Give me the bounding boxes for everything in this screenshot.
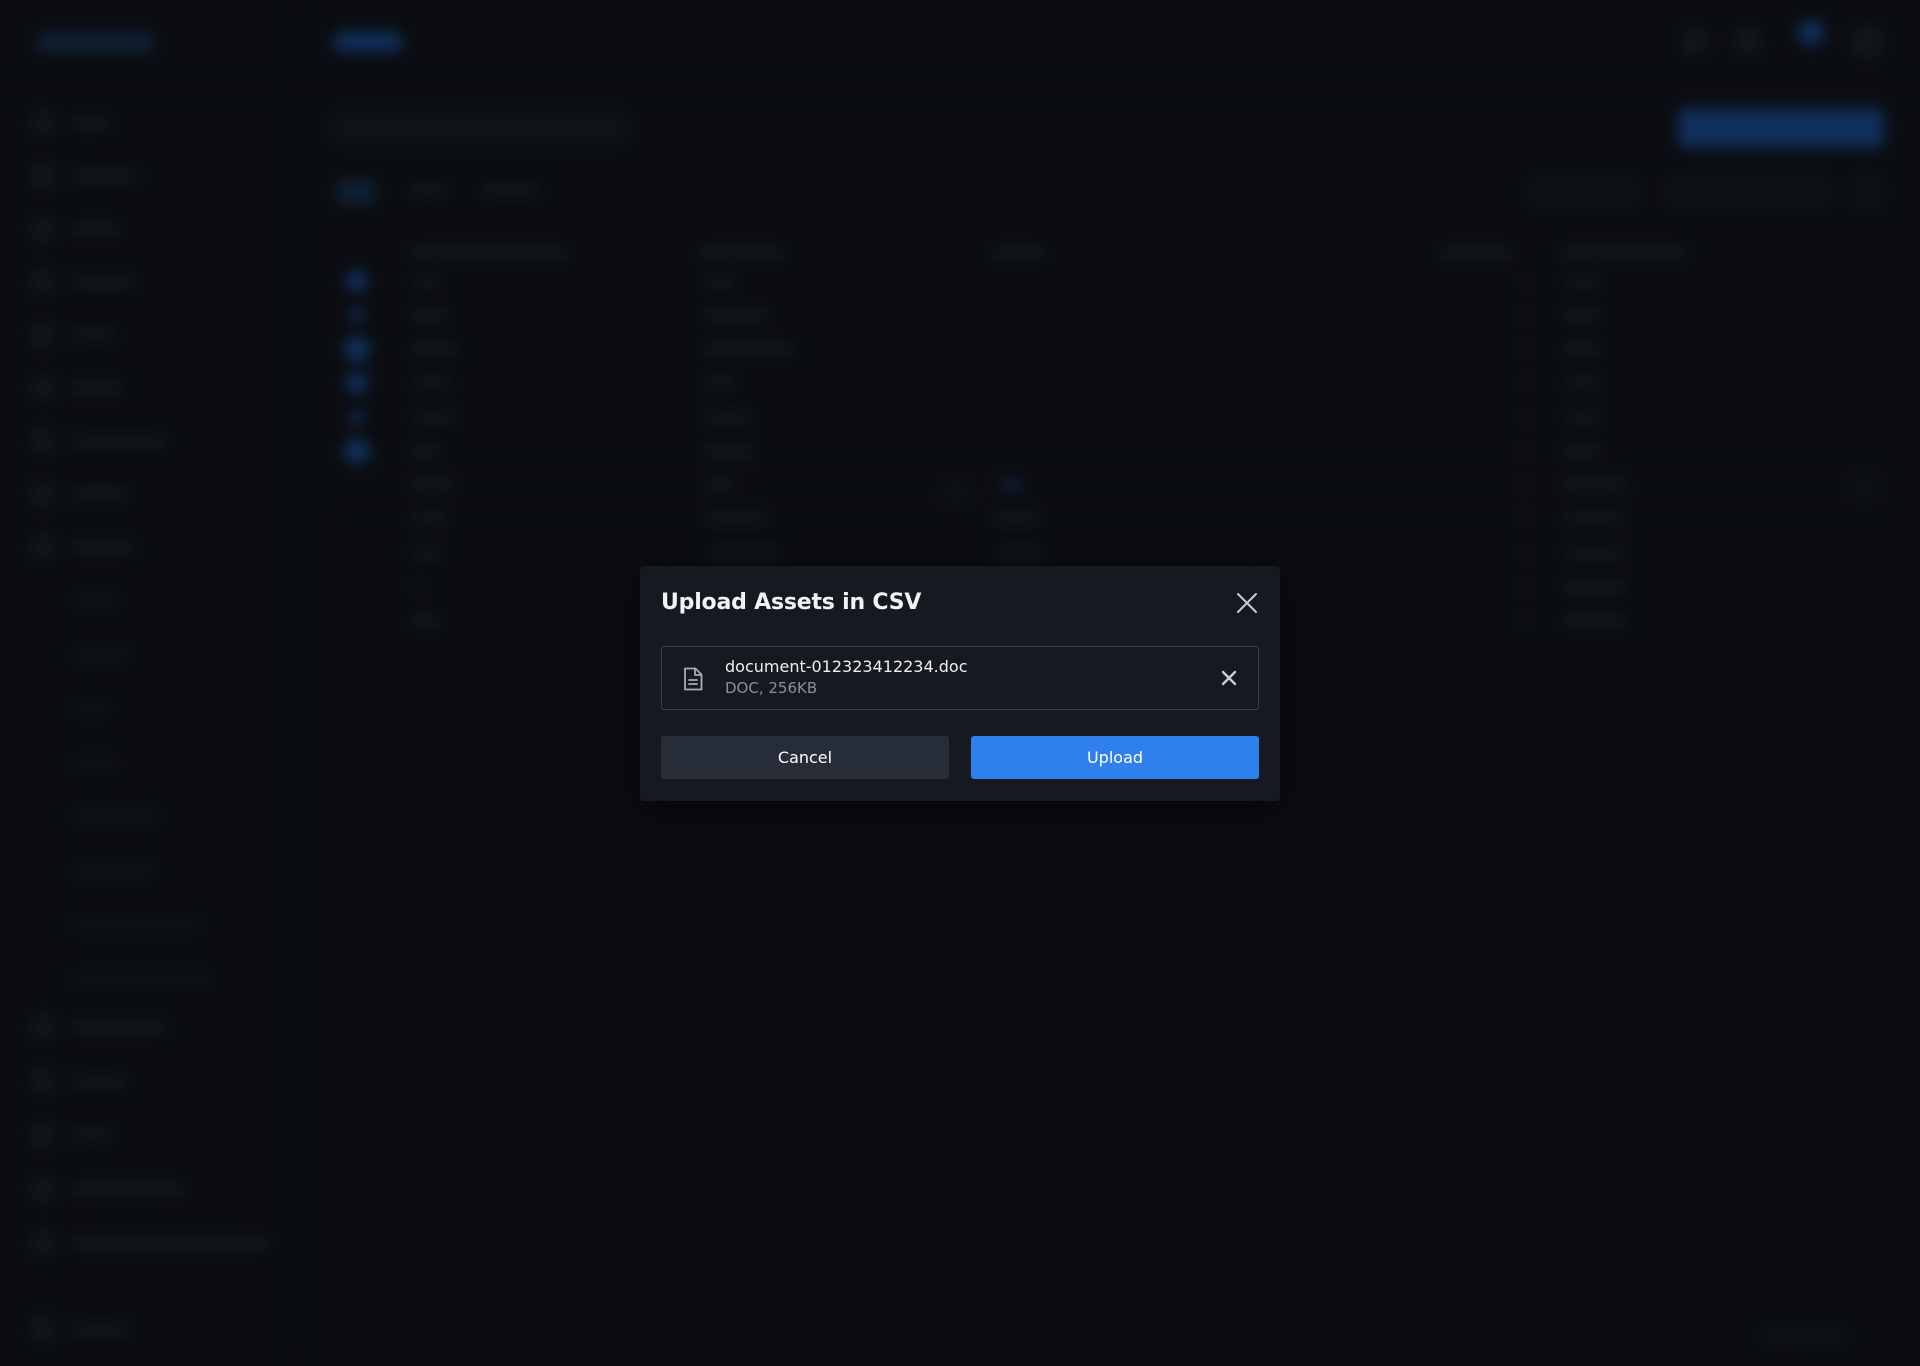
app-window: Upload Assets in CSV document-0123234122… — [0, 0, 1920, 1366]
document-icon — [684, 667, 703, 691]
close-icon — [1237, 593, 1257, 613]
file-meta: DOC, 256KB — [725, 679, 818, 697]
uploaded-file-item: document-012323412234.doc DOC, 256KB — [661, 646, 1259, 710]
file-name: document-012323412234.doc — [725, 657, 968, 676]
upload-assets-modal: Upload Assets in CSV document-0123234122… — [640, 566, 1280, 801]
cancel-button[interactable]: Cancel — [661, 736, 949, 779]
upload-button[interactable]: Upload — [971, 736, 1259, 779]
remove-file-button[interactable] — [1220, 669, 1238, 687]
modal-title: Upload Assets in CSV — [661, 590, 922, 615]
remove-file-icon — [1221, 670, 1237, 686]
close-button[interactable] — [1234, 590, 1260, 616]
